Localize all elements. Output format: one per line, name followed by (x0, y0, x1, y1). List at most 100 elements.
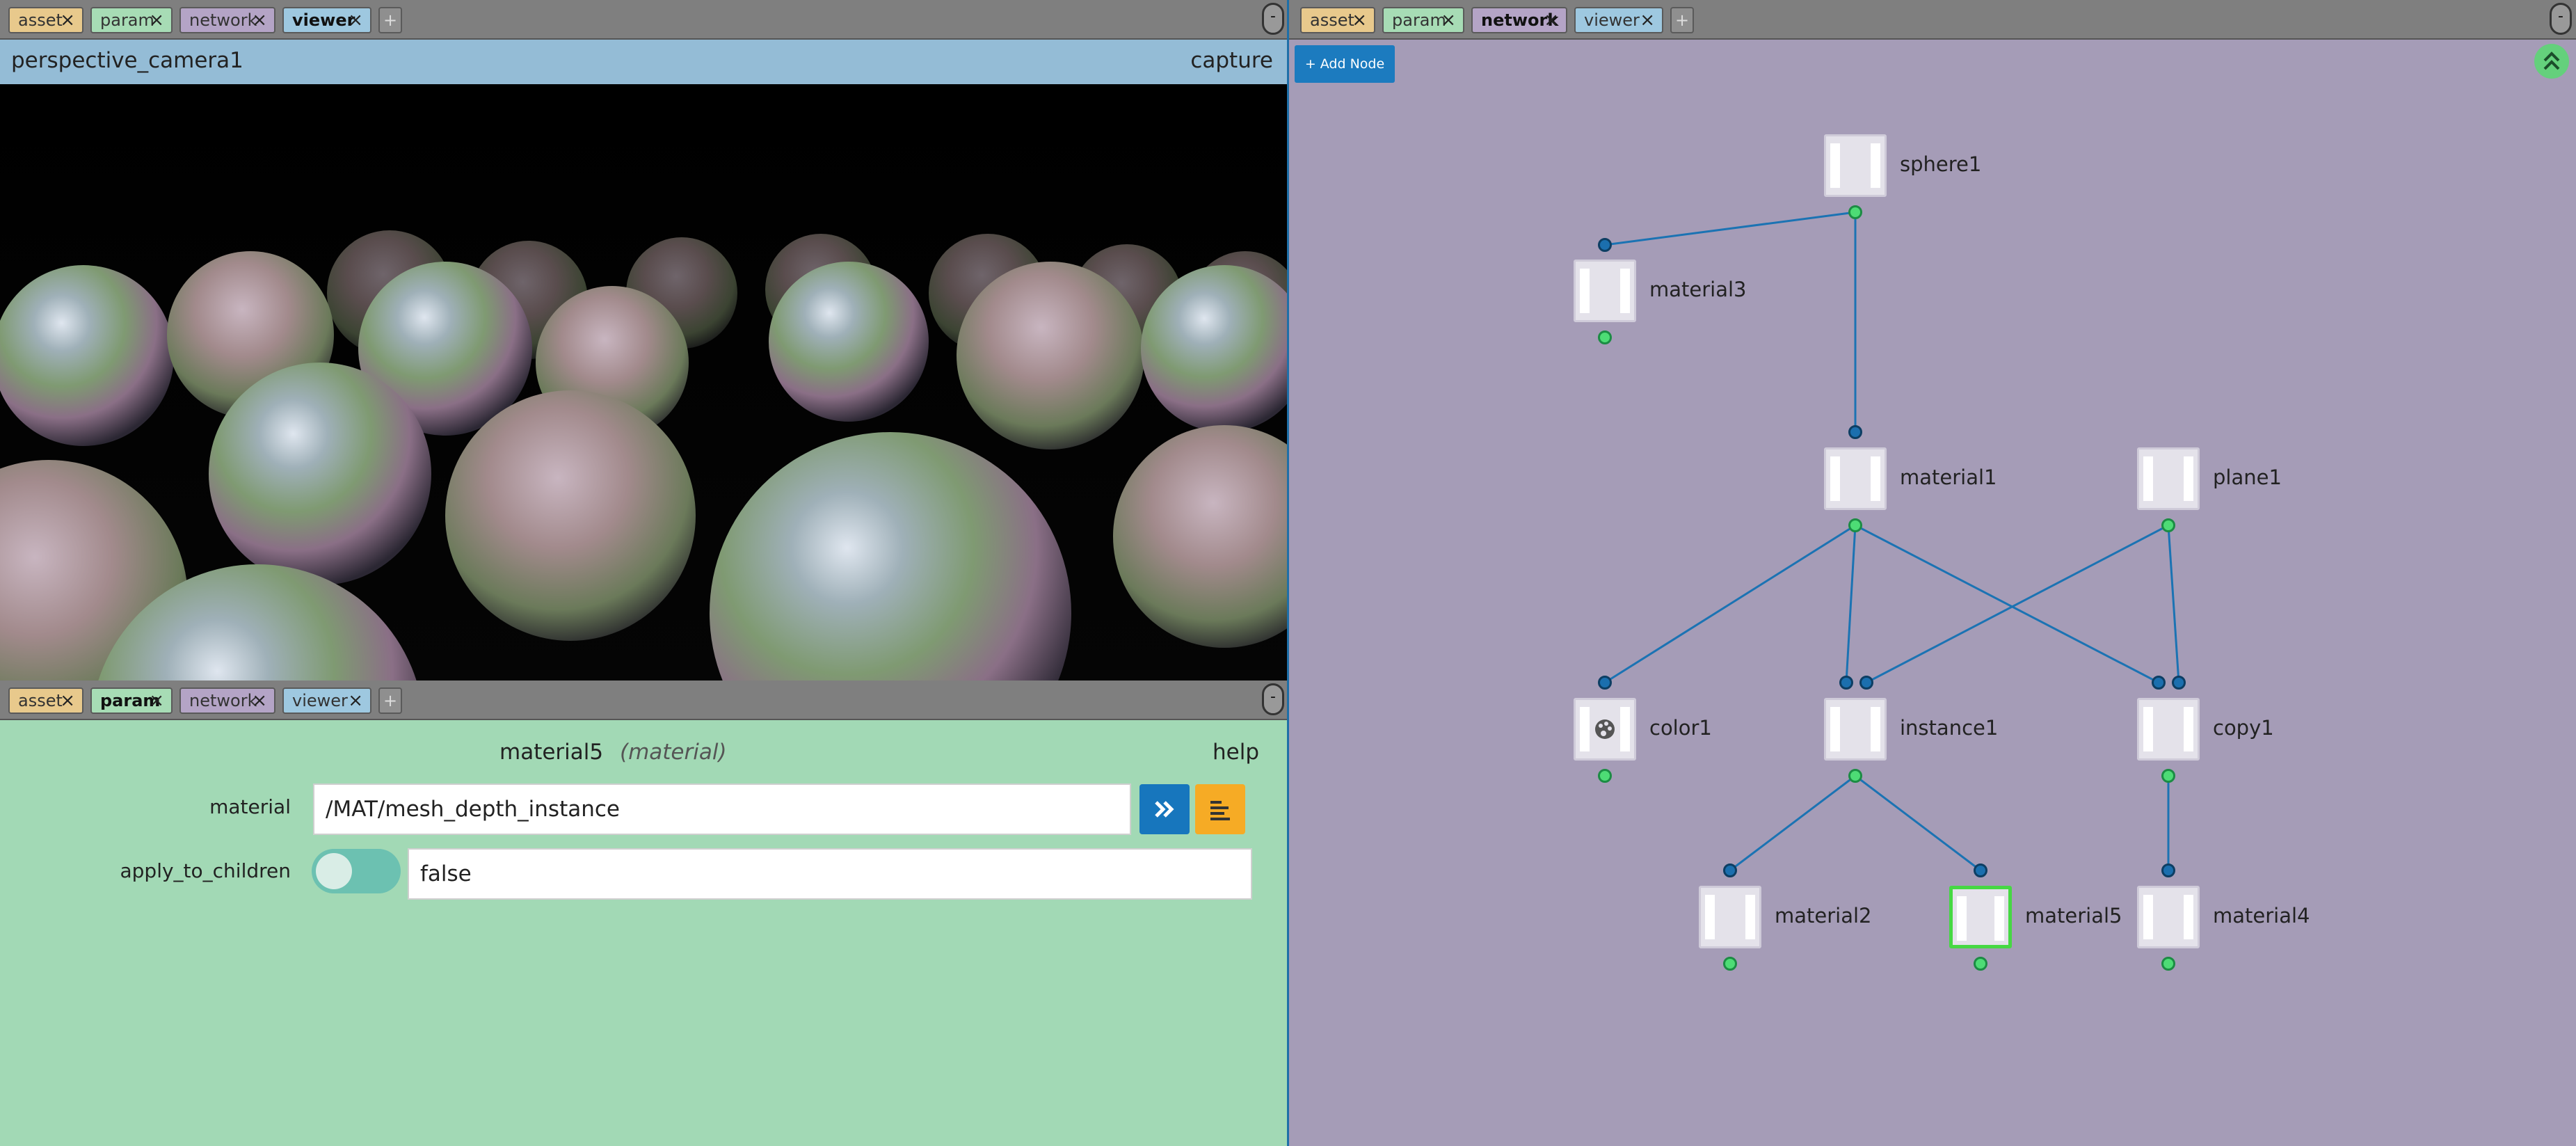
tab-param[interactable]: param × (1382, 7, 1464, 33)
pane-menu-button[interactable]: - (1262, 683, 1284, 715)
node-label-instance1: instance1 (1900, 716, 1999, 740)
output-port[interactable] (1723, 957, 1737, 971)
goto-material-button[interactable] (1139, 784, 1190, 834)
tab-label: viewer (1584, 10, 1640, 30)
tab-network[interactable]: network × (179, 687, 275, 714)
output-port[interactable] (1598, 769, 1612, 783)
material-field[interactable]: /MAT/mesh_depth_instance (313, 783, 1131, 835)
close-icon[interactable]: × (348, 689, 363, 713)
output-port[interactable] (1848, 769, 1862, 783)
node-label-material1: material1 (1900, 465, 1997, 489)
param-pane-tabbar: asset × param × network × viewer × + - (0, 681, 1287, 720)
output-port[interactable] (1974, 957, 1987, 971)
apply-to-children-label: apply_to_children (120, 859, 291, 882)
add-tab-button[interactable]: + (378, 687, 402, 714)
close-icon[interactable]: × (348, 8, 363, 32)
input-port[interactable] (1598, 238, 1612, 252)
close-icon[interactable]: × (1640, 8, 1655, 32)
network-pane: asset × param × network × viewer × + - + Add… (1289, 0, 2576, 1146)
list-icon (1210, 801, 1230, 820)
tab-label: network (189, 691, 257, 710)
close-icon[interactable]: × (149, 8, 164, 32)
capture-button[interactable]: capture (1190, 48, 1273, 73)
apply-to-children-field[interactable]: false (408, 848, 1252, 900)
tab-label: viewer (292, 691, 348, 710)
help-link[interactable]: help (1213, 740, 1259, 765)
node-material5[interactable] (1949, 886, 2012, 948)
tab-param[interactable]: param × (90, 7, 173, 33)
tab-label: asset (18, 691, 63, 710)
input-port[interactable] (1598, 676, 1612, 690)
input-port[interactable] (1723, 864, 1737, 877)
node-label-plane1: plane1 (2213, 465, 2282, 489)
tab-viewer[interactable]: viewer × (282, 687, 371, 714)
node-instance1[interactable] (1824, 698, 1887, 761)
input-port[interactable] (2161, 864, 2175, 877)
param-title: material5 (material) (499, 740, 727, 765)
palette-icon (1595, 719, 1615, 739)
output-port[interactable] (1848, 205, 1862, 219)
output-port[interactable] (1598, 331, 1612, 344)
select-material-button[interactable] (1195, 784, 1245, 834)
close-icon[interactable]: × (149, 689, 164, 713)
output-port[interactable] (1848, 518, 1862, 532)
viewer-pane: asset × param × network × viewer × + - persp… (0, 0, 1287, 681)
render-viewport[interactable] (0, 84, 1287, 681)
tab-network[interactable]: network × (1471, 7, 1567, 33)
double-chevron-right-icon (1155, 801, 1174, 818)
input-port[interactable] (2172, 676, 2186, 690)
node-color1[interactable] (1574, 698, 1636, 761)
wire-material1-instance1 (1845, 525, 1857, 683)
tab-network[interactable]: network × (179, 7, 275, 33)
tab-label: viewer (292, 10, 355, 30)
tab-label: asset (1310, 10, 1354, 30)
tab-asset[interactable]: asset × (8, 7, 83, 33)
input-port[interactable] (1848, 425, 1862, 439)
apply-to-children-toggle[interactable] (312, 849, 401, 893)
tab-asset[interactable]: asset × (1300, 7, 1375, 33)
material-label: material (209, 795, 291, 818)
tab-asset[interactable]: asset × (8, 687, 83, 714)
close-icon[interactable]: × (1441, 8, 1456, 32)
node-material4[interactable] (2137, 886, 2200, 948)
network-wires (1604, 211, 2180, 872)
tab-param[interactable]: param × (90, 687, 173, 714)
node-material1[interactable] (1824, 447, 1887, 510)
tab-viewer[interactable]: viewer × (1574, 7, 1663, 33)
tab-viewer[interactable]: viewer × (282, 7, 371, 33)
node-copy1[interactable] (2137, 698, 2200, 761)
close-icon[interactable]: × (60, 689, 75, 713)
display-flag-icon[interactable] (1745, 895, 1755, 939)
node-label-color1: color1 (1649, 716, 1712, 740)
close-icon[interactable]: × (60, 8, 75, 32)
add-tab-button[interactable]: + (378, 7, 402, 33)
input-port[interactable] (1839, 676, 1853, 690)
node-material3[interactable] (1574, 260, 1636, 322)
tab-label: asset (18, 10, 63, 30)
input-port[interactable] (1859, 676, 1873, 690)
close-icon[interactable]: × (1544, 8, 1559, 32)
output-port[interactable] (2161, 957, 2175, 971)
close-icon[interactable]: × (252, 689, 267, 713)
output-port[interactable] (2161, 769, 2175, 783)
node-plane1[interactable] (2137, 447, 2200, 510)
render-image (0, 84, 1287, 681)
network-editor[interactable]: + Add Node sphere1 material3 material1 p… (1289, 40, 2576, 1146)
pane-menu-button[interactable]: - (1262, 3, 1284, 35)
input-port[interactable] (2152, 676, 2166, 690)
close-icon[interactable]: × (252, 8, 267, 32)
camera-name: perspective_camera1 (11, 48, 243, 73)
output-port[interactable] (2161, 518, 2175, 532)
node-material2[interactable] (1699, 886, 1761, 948)
pane-menu-button[interactable]: - (2550, 3, 2572, 35)
network-pane-tabbar: asset × param × network × viewer × + - (1289, 0, 2576, 40)
node-label-material4: material4 (2213, 904, 2310, 928)
input-port[interactable] (1974, 864, 1987, 877)
toggle-knob (316, 853, 352, 889)
add-tab-button[interactable]: + (1670, 7, 1694, 33)
wire-plane1-copy1 (2167, 525, 2180, 683)
node-sphere1[interactable] (1824, 134, 1887, 197)
close-icon[interactable]: × (1352, 8, 1367, 32)
wire-material1-color1 (1604, 524, 1856, 684)
tab-label: param (100, 10, 154, 30)
